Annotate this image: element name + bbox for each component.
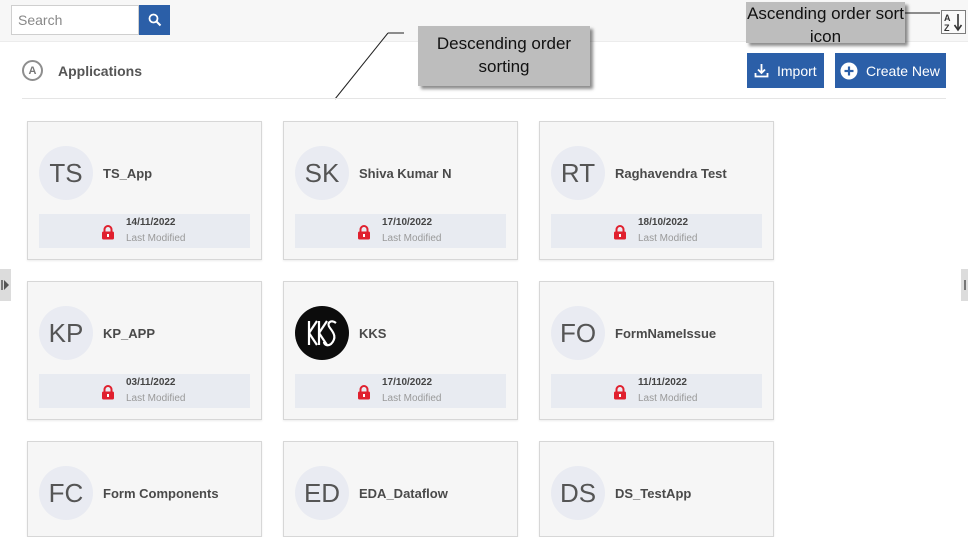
card-footer: 14/11/2022 Last Modified xyxy=(39,214,250,248)
avatar: DS xyxy=(551,466,605,520)
avatar: TS xyxy=(39,146,93,200)
app-card-eda-dataflow[interactable]: ED EDA_Dataflow xyxy=(283,441,518,537)
right-panel-toggle[interactable] xyxy=(961,269,968,301)
plus-circle-icon xyxy=(840,62,858,80)
last-modified-label: Last Modified xyxy=(638,233,698,244)
import-label: Import xyxy=(777,62,817,79)
avatar: ED xyxy=(295,466,349,520)
create-new-button[interactable]: Create New xyxy=(835,53,946,88)
app-name: FormNameIssue xyxy=(615,326,717,341)
download-icon xyxy=(754,63,769,78)
ascending-sort-callout: Ascending order sort icon xyxy=(746,2,905,46)
app-card-shiva-kumar-n[interactable]: SK Shiva Kumar N 17/10/2022 Last Modifie… xyxy=(283,121,518,260)
expand-left-icon xyxy=(964,280,966,290)
avatar: SK xyxy=(295,146,349,200)
app-name: EDA_Dataflow xyxy=(359,486,448,501)
app-card-ds-testapp[interactable]: DS DS_TestApp xyxy=(539,441,774,537)
app-card-ts-app[interactable]: TS TS_App 14/11/2022 Last Modified xyxy=(27,121,262,260)
last-modified-label: Last Modified xyxy=(126,233,186,244)
kks-logo-avatar xyxy=(295,306,349,360)
lock-icon xyxy=(358,225,370,240)
card-footer: 17/10/2022 Last Modified xyxy=(295,374,506,408)
avatar: KP xyxy=(39,306,93,360)
app-card-kp-app[interactable]: KP KP_APP 03/11/2022 Last Modified xyxy=(27,281,262,420)
app-name: Raghavendra Test xyxy=(615,166,727,181)
app-card-raghavendra-test[interactable]: RT Raghavendra Test 18/10/2022 Last Modi… xyxy=(539,121,774,260)
lock-icon xyxy=(358,385,370,400)
applications-icon: A xyxy=(22,60,43,81)
svg-text:Z: Z xyxy=(944,23,950,33)
kks-logo-icon xyxy=(307,320,337,347)
search-icon xyxy=(148,13,161,27)
last-modified-label: Last Modified xyxy=(382,233,442,244)
lock-icon xyxy=(102,225,114,240)
import-button[interactable]: Import xyxy=(747,53,824,88)
last-modified-date: 14/11/2022 xyxy=(126,217,176,228)
last-modified-label: Last Modified xyxy=(638,393,698,404)
app-name: KP_APP xyxy=(103,326,156,341)
card-footer: 11/11/2022 Last Modified xyxy=(551,374,762,408)
lock-icon xyxy=(614,225,626,240)
last-modified-date: 17/10/2022 xyxy=(382,217,433,228)
sort-az-icon: A Z xyxy=(944,13,963,33)
search-input[interactable] xyxy=(11,5,139,35)
app-name: DS_TestApp xyxy=(615,486,692,501)
header-divider xyxy=(22,98,946,99)
card-footer: 17/10/2022 Last Modified xyxy=(295,214,506,248)
last-modified-label: Last Modified xyxy=(382,393,442,404)
app-name: Form Components xyxy=(103,486,219,501)
page-title: Applications xyxy=(58,63,143,79)
last-modified-date: 18/10/2022 xyxy=(638,217,689,228)
last-modified-date: 11/11/2022 xyxy=(638,377,687,388)
avatar: RT xyxy=(551,146,605,200)
svg-text:A: A xyxy=(944,13,951,23)
avatar: FC xyxy=(39,466,93,520)
card-footer: 03/11/2022 Last Modified xyxy=(39,374,250,408)
card-footer: 18/10/2022 Last Modified xyxy=(551,214,762,248)
app-card-form-components[interactable]: FC Form Components xyxy=(27,441,262,537)
lock-icon xyxy=(614,385,626,400)
avatar: FO xyxy=(551,306,605,360)
app-card-formnameissue[interactable]: FO FormNameIssue 11/11/2022 Last Modifie… xyxy=(539,281,774,420)
last-modified-label: Last Modified xyxy=(126,393,186,404)
app-card-kks[interactable]: KKS 17/10/2022 Last Modified xyxy=(283,281,518,420)
app-name: KKS xyxy=(359,326,387,341)
app-name: TS_App xyxy=(103,166,153,181)
left-panel-toggle[interactable] xyxy=(0,269,11,301)
last-modified-date: 03/11/2022 xyxy=(126,377,176,388)
app-name: Shiva Kumar N xyxy=(359,166,452,181)
create-new-label: Create New xyxy=(866,62,940,79)
last-modified-date: 17/10/2022 xyxy=(382,377,433,388)
lock-icon xyxy=(102,385,114,400)
search-button[interactable] xyxy=(139,5,170,35)
sort-ascending-button[interactable]: A Z xyxy=(941,10,966,34)
expand-right-icon xyxy=(1,280,9,290)
